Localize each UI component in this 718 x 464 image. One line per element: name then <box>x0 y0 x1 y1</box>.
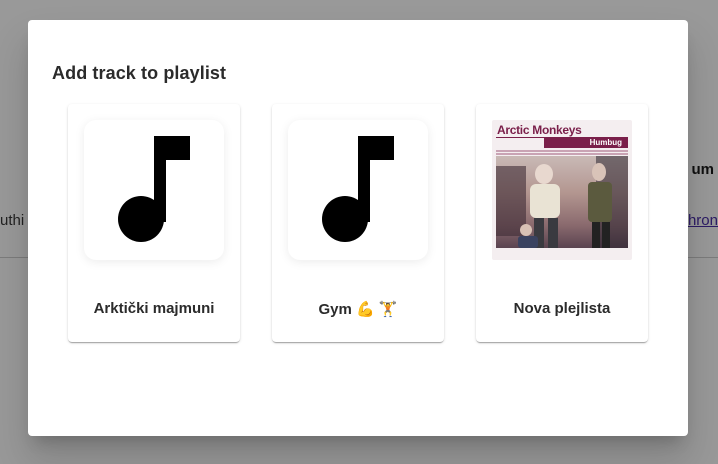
playlist-card[interactable]: Gym 💪 🏋️ <box>272 104 444 342</box>
music-note-icon <box>322 136 394 242</box>
playlist-thumbnail <box>288 120 428 260</box>
playlist-thumbnail <box>84 120 224 260</box>
playlist-card[interactable]: Arktički majmuni <box>68 104 240 342</box>
playlist-name: Nova plejlista <box>513 300 611 317</box>
album-cover-image: Arctic Monkeys Humbug <box>492 120 632 260</box>
playlist-name: Gym 💪 🏋️ <box>318 301 398 318</box>
add-to-playlist-dialog: Add track to playlist Arktički majmuni G… <box>28 20 688 436</box>
playlist-name: Arktički majmuni <box>93 300 215 317</box>
cover-band-name: Arctic Monkeys <box>497 123 582 137</box>
playlist-grid: Arktički majmuni Gym 💪 🏋️ Arctic Monkeys… <box>68 104 648 342</box>
dialog-title: Add track to playlist <box>52 63 227 83</box>
music-note-icon <box>118 136 190 242</box>
playlist-card[interactable]: Arctic Monkeys Humbug Nova plejlista <box>476 104 648 342</box>
cover-album-name: Humbug <box>589 138 622 147</box>
cover-photo <box>496 156 628 248</box>
